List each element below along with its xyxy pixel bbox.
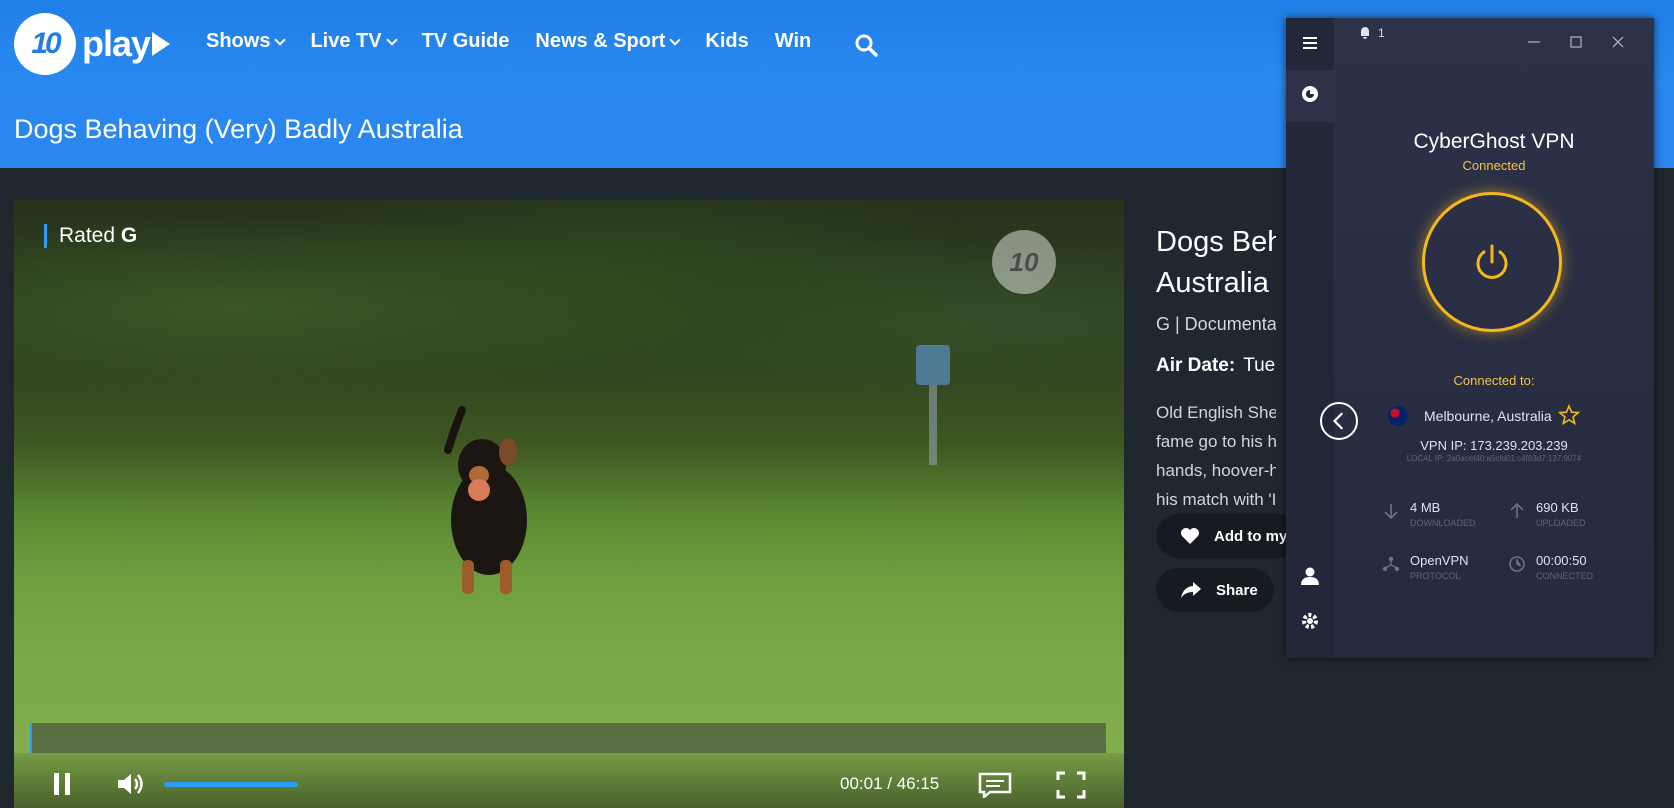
rated-prefix: Rated [59, 224, 116, 247]
volume-icon[interactable] [116, 771, 148, 797]
favorite-star-icon[interactable] [1558, 404, 1580, 426]
search-icon[interactable] [854, 33, 878, 57]
nav-shows-label: Shows [206, 30, 271, 52]
uploaded-value: 690 KB [1536, 500, 1579, 515]
protocol-value: OpenVPN [1410, 553, 1469, 568]
notification-count: 1 [1378, 26, 1385, 40]
stat-downloaded: 4 MB DOWNLOADED [1382, 500, 1476, 528]
stat-protocol: OpenVPN PROTOCOL [1382, 553, 1469, 581]
nav-win[interactable]: Win [775, 30, 811, 53]
nav-tv-guide[interactable]: TV Guide [422, 30, 510, 53]
connected-time-label: CONNECTED [1536, 571, 1594, 581]
upload-arrow-icon [1510, 502, 1524, 518]
video-sign-post [929, 385, 937, 465]
nav-kids-label: Kids [705, 30, 749, 52]
description-line: hands, hoover-h [1156, 461, 1276, 480]
protocol-label: PROTOCOL [1410, 571, 1461, 581]
description-line: Old English Shee [1156, 403, 1276, 422]
play-arrow-icon [152, 32, 171, 56]
nav-win-label: Win [774, 30, 812, 52]
seek-bar[interactable] [30, 723, 1106, 753]
logo-mark: 10 [14, 13, 76, 75]
server-location[interactable]: Melbourne, Australia [1388, 406, 1552, 426]
show-meta: G | Documenta [1156, 314, 1276, 334]
volume-slider[interactable] [164, 782, 298, 787]
bell-icon [1361, 27, 1369, 39]
uploaded-label: UPLOADED [1536, 518, 1586, 528]
share-label: Share [1216, 581, 1258, 599]
vpn-status: Connected [1462, 158, 1526, 173]
chevron-down-icon [274, 33, 287, 46]
nav-live-tv[interactable]: Live TV [310, 30, 398, 53]
protocol-icon [1382, 556, 1400, 572]
clock-icon [1509, 556, 1525, 572]
downloaded-label: DOWNLOADED [1410, 518, 1476, 528]
rating-value: G [120, 224, 138, 247]
page: 10 play Shows Live TV TV Guide News & Sp… [0, 0, 1674, 808]
connected-to-label: Connected to: [1453, 373, 1535, 388]
rating-label: Rated G [44, 224, 137, 248]
hamburger-menu-icon[interactable] [1300, 33, 1320, 53]
info-title-line: Dogs Beh [1156, 226, 1276, 258]
downloaded-value: 4 MB [1410, 500, 1441, 515]
nav-tv-guide-label: TV Guide [421, 30, 510, 52]
connected-time-value: 00:00:50 [1536, 553, 1587, 568]
nav-news-sport-label: News & Sport [535, 30, 666, 52]
minimize-icon[interactable] [1526, 34, 1542, 50]
chevron-down-icon [385, 33, 398, 46]
10play-logo[interactable]: 10 play [14, 13, 171, 75]
notifications[interactable]: 1 [1358, 26, 1385, 40]
share-button[interactable]: Share [1156, 568, 1274, 612]
info-title-line: Australia [1156, 267, 1269, 299]
pause-icon[interactable] [52, 772, 72, 796]
info-title: Dogs Beh Australia [1156, 222, 1276, 304]
video-background [14, 200, 1124, 470]
vpn-app-name: CyberGhost VPN [1413, 130, 1575, 153]
show-description: Old English Shee fame go to his he hands… [1156, 398, 1276, 514]
logo-text: play [82, 23, 151, 64]
nav-news-sport[interactable]: News & Sport [535, 30, 682, 53]
download-arrow-icon [1384, 504, 1398, 520]
user-icon[interactable] [1300, 566, 1320, 586]
chevron-down-icon [669, 33, 682, 46]
stat-connected-time: 00:00:50 CONNECTED [1508, 553, 1593, 581]
fullscreen-icon[interactable] [1056, 771, 1086, 799]
vpn-window: 1 CyberGhost VPN Connected Connected to:… [1286, 18, 1654, 658]
heart-icon [1181, 528, 1199, 544]
back-arrow-icon[interactable] [1320, 402, 1358, 440]
description-line: his match with 'I [1156, 490, 1276, 509]
location-name: Melbourne, Australia [1424, 408, 1552, 424]
add-to-list-label: Add to my [1214, 527, 1288, 545]
description-line: fame go to his he [1156, 432, 1276, 451]
channel-watermark-icon: 10 [992, 230, 1056, 294]
power-button[interactable] [1422, 192, 1562, 332]
share-icon [1181, 582, 1201, 598]
close-icon[interactable] [1610, 34, 1626, 50]
stat-uploaded: 690 KB UPLOADED [1508, 500, 1586, 528]
cyberghost-logo-icon[interactable] [1300, 84, 1320, 104]
australia-flag-icon [1388, 406, 1408, 426]
nav-live-tv-label: Live TV [310, 30, 382, 52]
player-controls [14, 753, 1124, 808]
settings-gear-icon[interactable] [1300, 611, 1320, 631]
video-player[interactable]: Rated G [14, 200, 1124, 808]
maximize-icon[interactable] [1568, 34, 1584, 50]
local-ip: LOCAL IP: 2a0acef40:a5cfd01:c4f83d7:137:… [1406, 454, 1582, 463]
time-display: 00:01 / 46:15 [840, 774, 940, 793]
nav-kids[interactable]: Kids [705, 30, 748, 53]
air-date-label: Air Date: [1156, 355, 1236, 376]
main-nav: Shows Live TV TV Guide News & Sport Kids… [206, 30, 837, 53]
video-sign [916, 345, 950, 385]
captions-icon[interactable] [978, 772, 1012, 798]
dog-figure [444, 406, 527, 594]
vpn-ip: VPN IP: 173.239.203.239 [1420, 438, 1568, 453]
air-date-value: Tue [1243, 355, 1276, 376]
add-to-list-button[interactable]: Add to my [1156, 514, 1306, 558]
nav-shows[interactable]: Shows [206, 30, 287, 53]
air-date: Air Date: Tue [1156, 355, 1276, 377]
vpn-sidebar [1286, 18, 1334, 658]
power-icon [1476, 244, 1508, 279]
show-title: Dogs Behaving (Very) Badly Australia [14, 114, 463, 144]
